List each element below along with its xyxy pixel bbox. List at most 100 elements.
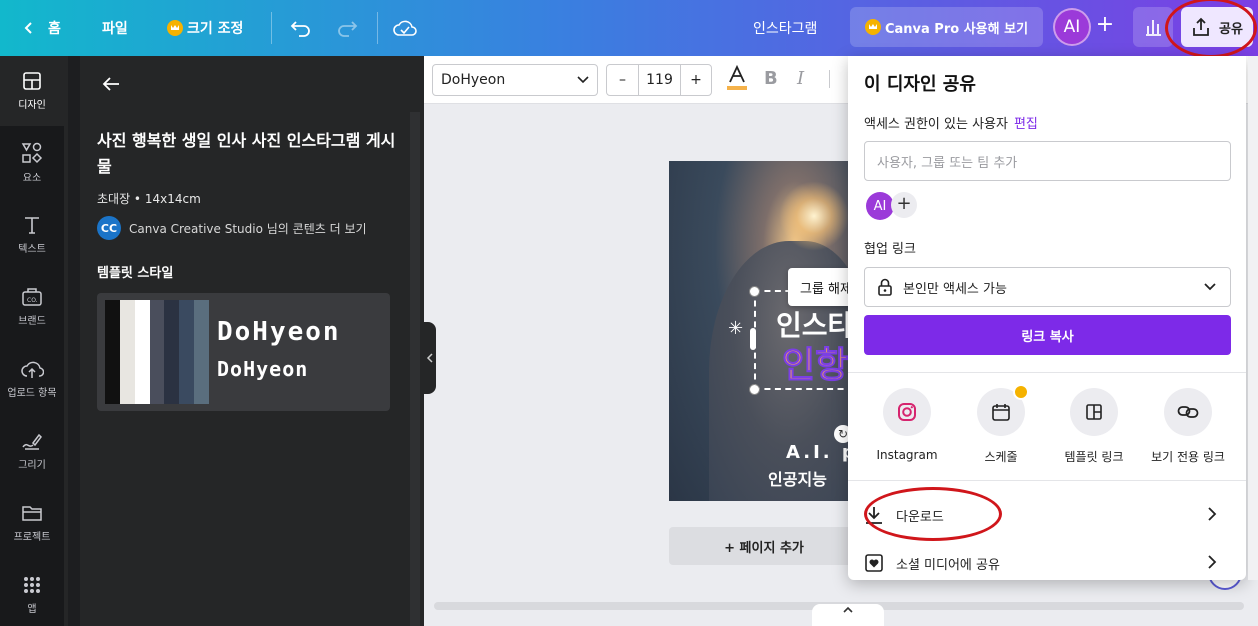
rail-label: 텍스트: [18, 244, 46, 255]
social-media-row[interactable]: 소셜 미디어에 공유: [864, 545, 1231, 581]
italic-button[interactable]: I: [797, 68, 804, 89]
rail-label: 요소: [22, 173, 42, 184]
copy-link-button[interactable]: 링크 복사: [864, 315, 1231, 355]
chevron-right-icon: [1208, 507, 1217, 521]
canvas-subtext-2[interactable]: 인공지능: [768, 466, 827, 490]
rail-label: 그리기: [18, 460, 46, 471]
share-option-label: 보기 전용 링크: [1151, 450, 1225, 464]
apps-icon: [24, 577, 40, 593]
access-level-value: 본인만 액세스 가능: [903, 281, 1007, 297]
font-size-stepper: – 119 +: [606, 64, 712, 96]
share-option-instagram[interactable]: Instagram: [860, 388, 954, 462]
rail-item-elements[interactable]: 요소: [0, 128, 64, 198]
template-style-card[interactable]: DoHyeon DoHyeon: [97, 293, 390, 411]
panel-scrollbar-right[interactable]: [410, 112, 420, 626]
rail-item-uploads[interactable]: 업로드 항목: [0, 344, 64, 414]
rail-item-projects[interactable]: 프로젝트: [0, 488, 64, 558]
add-person-button[interactable]: +: [891, 192, 917, 218]
share-panel-scrollbar[interactable]: [1248, 56, 1258, 580]
rail-item-apps[interactable]: 앱: [0, 560, 64, 626]
template-icon: [1070, 388, 1118, 436]
access-heading: 액세스 권한이 있는 사용자 편집: [864, 113, 1038, 132]
panel-scrollbar[interactable]: [68, 56, 80, 626]
instagram-icon: [883, 388, 931, 436]
font-family-select[interactable]: DoHyeon: [432, 64, 598, 96]
chevron-down-icon: [1204, 283, 1216, 291]
resize-label: 크기 조정: [187, 21, 244, 37]
resize-handle[interactable]: [749, 286, 760, 297]
document-title[interactable]: 인스타그램: [753, 0, 817, 56]
font-family-value: DoHyeon: [441, 72, 506, 88]
link-icon: [1164, 388, 1212, 436]
share-option-template-link[interactable]: 템플릿 링크: [1047, 388, 1141, 465]
side-handle[interactable]: [750, 328, 756, 350]
back-button[interactable]: [102, 76, 120, 96]
rail-item-draw[interactable]: 그리기: [0, 416, 64, 486]
creator-link[interactable]: CC Canva Creative Studio 님의 콘텐츠 더 보기: [97, 216, 367, 240]
chevron-right-icon: [1208, 555, 1217, 569]
layout-icon: [23, 72, 41, 90]
crown-icon: [864, 19, 881, 35]
redo-button[interactable]: [336, 0, 358, 56]
share-option-view-only-link[interactable]: 보기 전용 링크: [1141, 388, 1235, 465]
collaborator-avatar[interactable]: AI: [866, 192, 894, 220]
svg-text:CO.: CO.: [27, 297, 38, 304]
font-preview-heading: DoHyeon: [217, 317, 341, 347]
folder-icon: [22, 506, 42, 521]
crown-icon: [167, 20, 183, 36]
share-option-schedule[interactable]: 스케줄: [954, 384, 1048, 465]
crown-icon: [1013, 384, 1029, 400]
text-color-button[interactable]: [726, 64, 748, 97]
bold-button[interactable]: B: [764, 68, 778, 89]
collab-link-heading: 협업 링크: [864, 242, 916, 257]
template-meta: 초대장 • 14x14cm: [97, 192, 201, 206]
add-people-input[interactable]: 사용자, 그룹 또는 팀 추가: [864, 141, 1231, 181]
resize-button[interactable]: 크기 조정: [167, 0, 243, 56]
brand-icon: CO.: [22, 288, 42, 306]
sparkler-glow: [779, 181, 849, 251]
text-icon: [25, 217, 39, 234]
shapes-icon: [21, 142, 43, 164]
add-page-button[interactable]: + 페이지 추가: [669, 527, 859, 565]
access-level-select[interactable]: 본인만 액세스 가능: [864, 267, 1231, 307]
top-bar: 홈 파일 크기 조정 인스타그램 Canva Pro 사용해 보기 AI + 공…: [0, 0, 1258, 58]
share-option-label: 템플릿 링크: [1064, 450, 1124, 464]
rail-item-text[interactable]: 텍스트: [0, 200, 64, 270]
swatch: [119, 300, 135, 404]
expand-pages-button[interactable]: [812, 604, 884, 626]
rail-label: 업로드 항목: [7, 388, 57, 399]
lock-icon: [878, 278, 892, 296]
home-button[interactable]: 홈: [22, 0, 61, 56]
rail-item-design[interactable]: 디자인: [0, 56, 64, 126]
collapse-panel-button[interactable]: [424, 322, 436, 394]
edit-access-link[interactable]: 편집: [1014, 117, 1038, 132]
divider: [848, 480, 1246, 481]
rail-label: 디자인: [18, 100, 46, 111]
file-label: 파일: [102, 21, 128, 37]
font-size-increase-button[interactable]: +: [681, 65, 711, 95]
share-option-label: 스케줄: [984, 450, 1018, 464]
avatar[interactable]: AI: [1053, 8, 1091, 46]
social-media-label: 소셜 미디어에 공유: [896, 557, 1000, 573]
try-pro-button[interactable]: Canva Pro 사용해 보기: [850, 7, 1043, 47]
template-detail-panel: 사진 행복한 생일 인사 사진 인스타그램 게시물 초대장 • 14x14cm …: [64, 56, 424, 626]
cloud-check-icon: [393, 20, 417, 36]
calendar-icon: [977, 384, 1029, 436]
resize-handle[interactable]: [749, 384, 760, 395]
color-palette: [105, 300, 210, 404]
file-menu-button[interactable]: 파일: [102, 0, 128, 56]
creator-avatar: CC: [97, 216, 121, 240]
swatch: [164, 300, 180, 404]
arrow-left-icon: [102, 77, 119, 91]
rail-item-brand[interactable]: CO. 브랜드: [0, 272, 64, 342]
swatch: [134, 300, 150, 404]
draw-icon: [22, 433, 42, 450]
add-collaborator-button[interactable]: +: [1093, 14, 1117, 38]
cloud-save-button[interactable]: [393, 0, 417, 56]
try-pro-label: Canva Pro 사용해 보기: [884, 21, 1029, 37]
font-size-decrease-button[interactable]: –: [607, 65, 639, 95]
undo-button[interactable]: [290, 0, 312, 56]
divider: [271, 12, 272, 44]
rail-label: 앱: [27, 604, 37, 615]
font-size-input[interactable]: 119: [639, 65, 681, 95]
